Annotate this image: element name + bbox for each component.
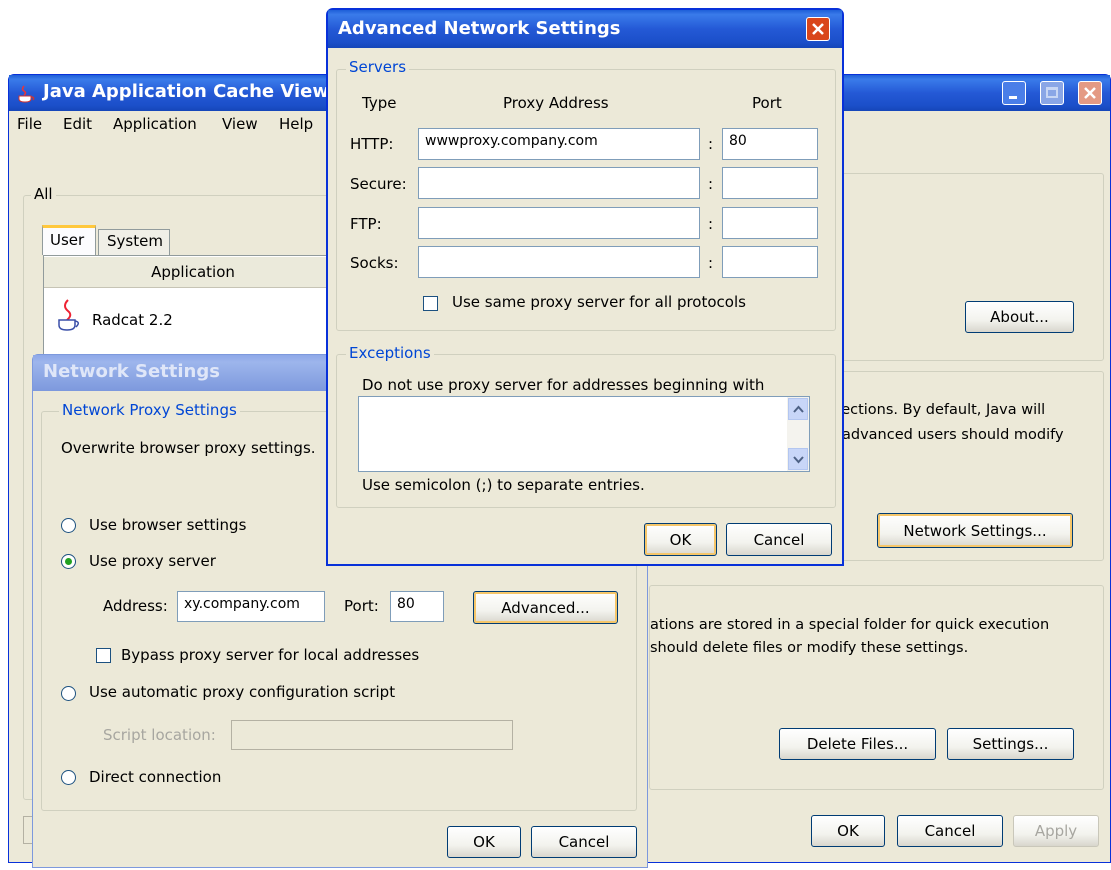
about-button[interactable]: About...: [965, 301, 1074, 333]
exceptions-textarea[interactable]: [358, 396, 810, 472]
java-cup-icon: [18, 85, 35, 103]
http-label: HTTP:: [350, 135, 394, 153]
ok-button-network[interactable]: OK: [447, 826, 521, 858]
apply-button[interactable]: Apply: [1013, 815, 1099, 847]
radio-auto-script[interactable]: [61, 686, 76, 701]
same-proxy-label[interactable]: Use same proxy server for all protocols: [452, 293, 746, 311]
delete-files-button[interactable]: Delete Files...: [779, 728, 936, 760]
window-title: Java Application Cache Viewer: [43, 81, 351, 102]
cancel-button-advanced[interactable]: Cancel: [726, 523, 832, 556]
secure-address-field[interactable]: [418, 167, 700, 199]
advanced-settings-titlebar[interactable]: Advanced Network Settings: [328, 10, 842, 48]
menu-help[interactable]: Help: [279, 115, 313, 133]
close-button-main[interactable]: [1078, 81, 1102, 105]
script-location-field: [231, 720, 513, 750]
use-proxy-label[interactable]: Use proxy server: [89, 552, 216, 570]
menu-bar: File Edit Application View Help: [9, 111, 329, 137]
socks-colon: :: [708, 254, 714, 272]
socks-address-field[interactable]: [418, 246, 700, 278]
advanced-network-settings-dialog: Advanced Network Settings Servers Type P…: [326, 8, 844, 566]
http-address-field[interactable]: wwwproxy.company.com: [418, 128, 700, 160]
ftp-port-field[interactable]: [722, 207, 818, 239]
exceptions-description: Do not use proxy server for addresses be…: [362, 376, 765, 394]
bypass-label[interactable]: Bypass proxy server for local addresses: [121, 646, 419, 664]
bypass-checkbox[interactable]: [96, 648, 111, 663]
close-button-advanced[interactable]: [806, 17, 830, 41]
http-colon: :: [708, 135, 714, 153]
tab-system[interactable]: System: [98, 229, 170, 255]
radio-direct[interactable]: [61, 770, 76, 785]
ftp-colon: :: [708, 215, 714, 233]
temp-files-description-line2: should delete files or modify these sett…: [650, 640, 969, 656]
all-group-legend: All: [31, 185, 56, 203]
http-port-field[interactable]: 80: [722, 128, 818, 160]
close-icon: [812, 23, 824, 35]
table-row[interactable]: Radcat 2.2: [44, 287, 342, 351]
settings-button[interactable]: Settings...: [947, 728, 1074, 760]
advanced-settings-title: Advanced Network Settings: [338, 18, 621, 39]
ok-button-main[interactable]: OK: [811, 815, 885, 847]
network-settings-title: Network Settings: [43, 361, 220, 382]
ok-button-advanced[interactable]: OK: [644, 523, 717, 556]
column-port: Port: [752, 94, 782, 112]
address-label: Address:: [103, 597, 168, 615]
close-icon: [1084, 87, 1096, 99]
temp-files-description-line1: ations are stored in a special folder fo…: [650, 617, 1050, 633]
scroll-up-button[interactable]: [788, 398, 808, 420]
scroll-down-button[interactable]: [788, 448, 808, 470]
auto-script-label[interactable]: Use automatic proxy configuration script: [89, 683, 395, 701]
cancel-button-main[interactable]: Cancel: [897, 815, 1003, 847]
advanced-button[interactable]: Advanced...: [473, 591, 618, 624]
script-location-label: Script location:: [103, 726, 216, 744]
menu-edit[interactable]: Edit: [63, 115, 92, 133]
minimize-button[interactable]: [1002, 81, 1026, 105]
exceptions-hint: Use semicolon (;) to separate entries.: [362, 476, 645, 494]
overwrite-description: Overwrite browser proxy settings.: [61, 439, 316, 457]
port-label: Port:: [344, 597, 379, 615]
use-browser-label[interactable]: Use browser settings: [89, 516, 246, 534]
port-field[interactable]: 80: [390, 591, 444, 622]
chevron-down-icon: [793, 456, 804, 464]
network-description-line2: advanced users should modify: [842, 427, 1064, 443]
exceptions-legend: Exceptions: [346, 344, 434, 362]
menu-view[interactable]: View: [222, 115, 258, 133]
table-header-application[interactable]: Application: [44, 257, 342, 288]
address-field[interactable]: xy.company.com: [177, 591, 325, 622]
socks-label: Socks:: [350, 254, 399, 272]
secure-colon: :: [708, 175, 714, 193]
socks-port-field[interactable]: [722, 246, 818, 278]
exceptions-scrollbar[interactable]: [787, 397, 809, 471]
network-proxy-group-legend: Network Proxy Settings: [59, 401, 240, 419]
tab-user[interactable]: User: [42, 225, 96, 255]
secure-port-field[interactable]: [722, 167, 818, 199]
network-settings-button[interactable]: Network Settings...: [877, 513, 1073, 548]
java-cup-icon: [58, 299, 79, 331]
ftp-label: FTP:: [350, 215, 382, 233]
radio-use-browser[interactable]: [61, 518, 76, 533]
minimize-icon: [1009, 96, 1017, 99]
network-description-line1: nections. By default, Java will: [832, 402, 1046, 418]
column-type: Type: [362, 94, 397, 112]
radio-use-proxy[interactable]: [61, 554, 76, 569]
row-app-name: Radcat 2.2: [92, 311, 173, 329]
menu-file[interactable]: File: [17, 115, 42, 133]
menu-application[interactable]: Application: [113, 115, 197, 133]
chevron-up-icon: [793, 405, 804, 413]
maximize-button[interactable]: [1040, 81, 1064, 105]
servers-legend: Servers: [346, 58, 410, 76]
maximize-icon: [1046, 87, 1058, 98]
ftp-address-field[interactable]: [418, 207, 700, 239]
direct-label[interactable]: Direct connection: [89, 768, 221, 786]
cancel-button-network[interactable]: Cancel: [531, 826, 637, 858]
same-proxy-checkbox[interactable]: [423, 296, 438, 311]
secure-label: Secure:: [350, 175, 407, 193]
column-proxy-address: Proxy Address: [503, 94, 609, 112]
